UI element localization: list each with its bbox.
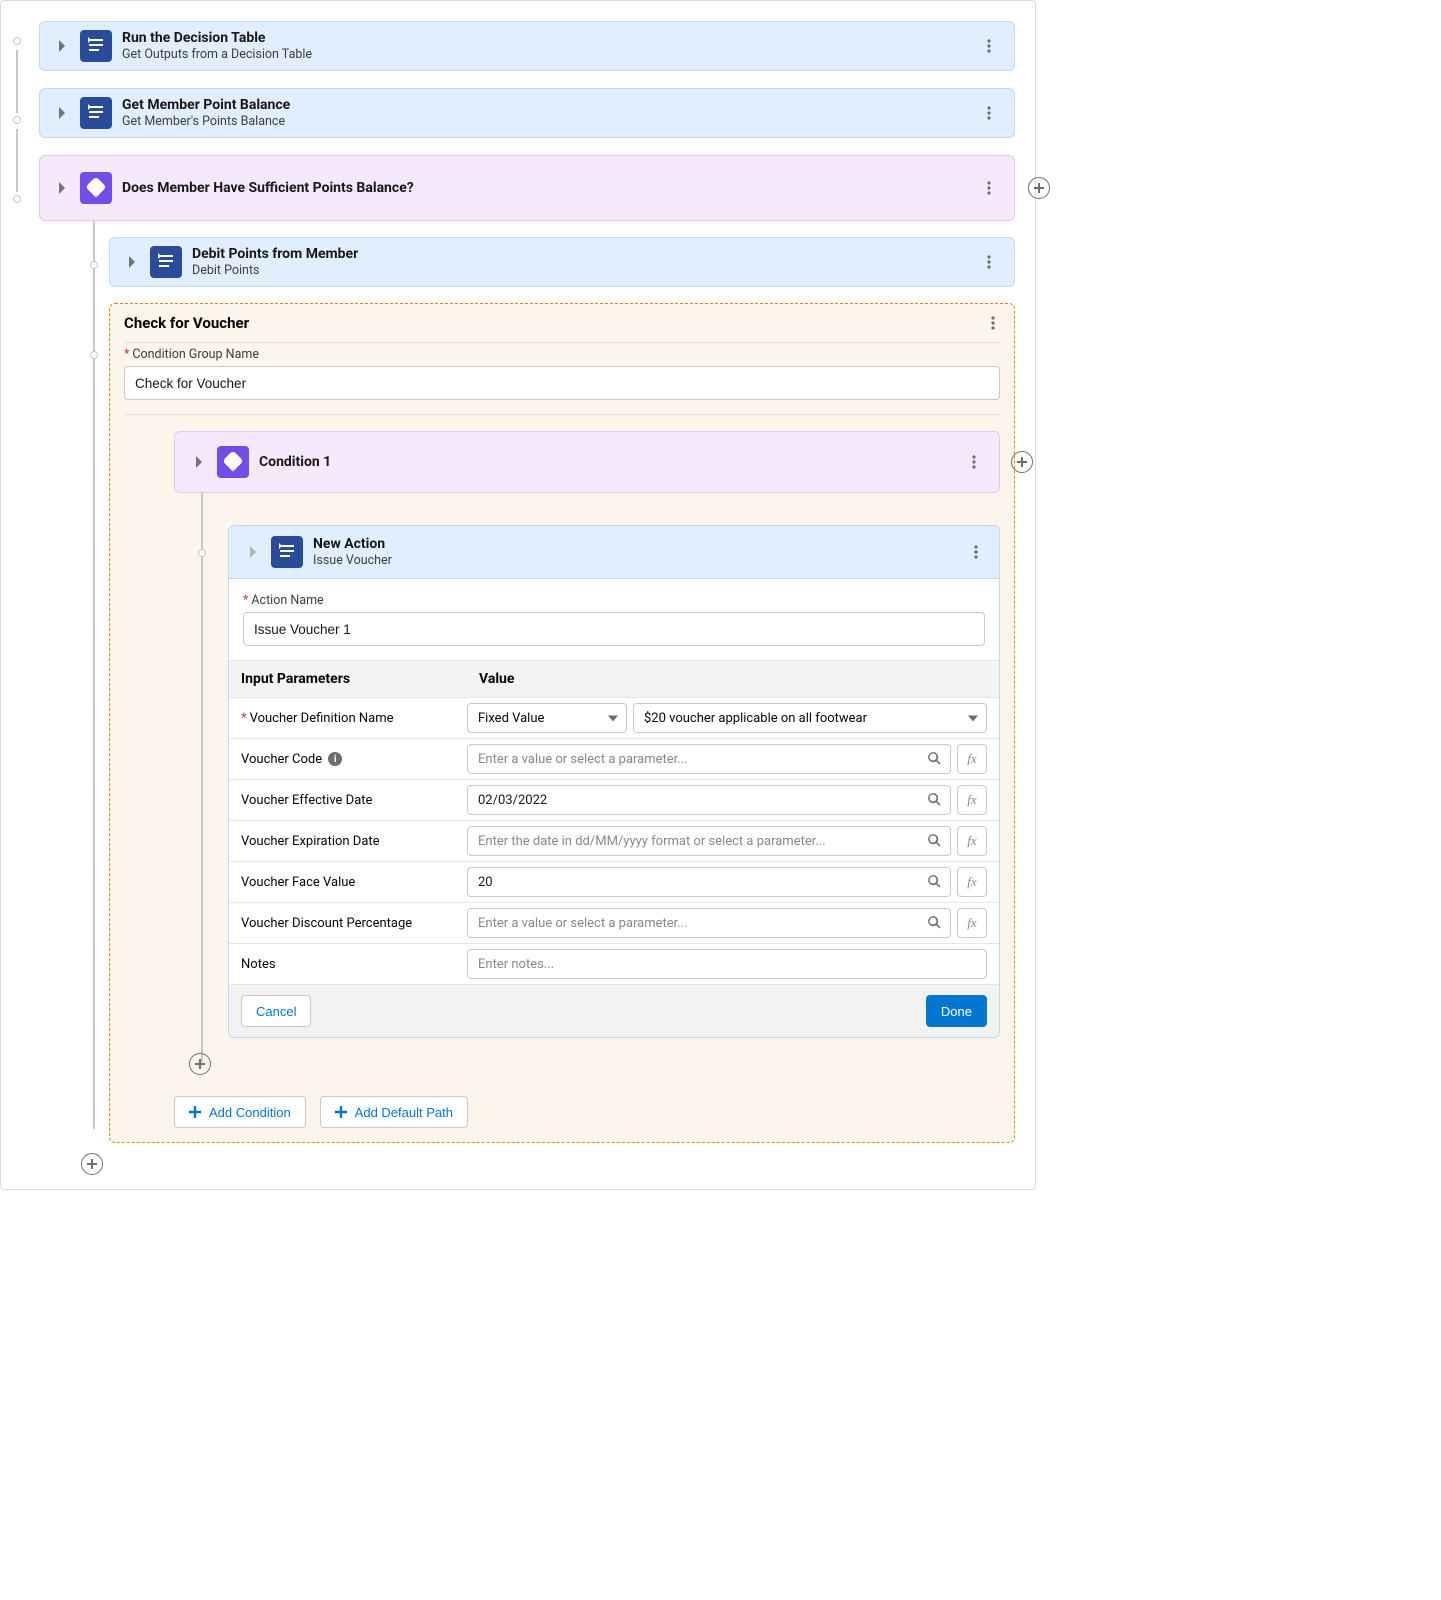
step-title: Does Member Have Sufficient Points Balan… <box>122 180 414 196</box>
required-indicator: * <box>243 593 248 608</box>
step-member-balance[interactable]: Get Member Point Balance Get Member's Po… <box>39 88 1015 138</box>
fx-button[interactable]: fx <box>957 908 987 938</box>
face-value-input[interactable]: 20 <box>467 867 951 897</box>
search-icon <box>928 793 942 807</box>
step-menu[interactable] <box>976 174 1002 202</box>
left-rail <box>1 1 31 1189</box>
group-name-input[interactable] <box>124 366 1000 400</box>
group-name-label: Condition Group Name <box>132 347 259 362</box>
param-label: Voucher Effective Date <box>241 793 372 808</box>
add-step-bottom-button[interactable] <box>81 1153 103 1175</box>
fx-button[interactable]: fx <box>957 785 987 815</box>
step-debit-points[interactable]: Debit Points from Member Debit Points <box>109 237 1015 287</box>
process-canvas: Run the Decision Table Get Outputs from … <box>0 0 1036 1190</box>
expand-toggle[interactable] <box>243 542 263 562</box>
condition-title: Condition 1 <box>259 454 331 470</box>
step-title: Debit Points from Member <box>192 246 358 262</box>
condition-1-header[interactable]: Condition 1 <box>174 431 1000 493</box>
expand-toggle[interactable] <box>52 103 72 123</box>
placeholder-text: Enter notes... <box>478 957 554 972</box>
info-icon[interactable]: i <box>328 752 342 766</box>
select-value: Fixed Value <box>478 711 544 726</box>
caret-down-icon <box>968 711 978 726</box>
placeholder-text: Enter the date in dd/MM/yyyy format or s… <box>478 834 826 849</box>
required-indicator: * <box>241 711 247 726</box>
step-menu[interactable] <box>976 32 1002 60</box>
action-icon <box>80 97 112 129</box>
action-icon <box>150 246 182 278</box>
step-subtitle: Get Outputs from a Decision Table <box>122 47 312 62</box>
placeholder-text: Enter a value or select a parameter... <box>478 916 688 931</box>
exp-date-input[interactable]: Enter the date in dd/MM/yyyy format or s… <box>467 826 951 856</box>
param-label: Voucher Face Value <box>241 875 355 890</box>
action-icon <box>271 536 303 568</box>
required-indicator: * <box>124 347 129 362</box>
fx-button[interactable]: fx <box>957 744 987 774</box>
step-menu[interactable] <box>976 248 1002 276</box>
action-subtitle: Issue Voucher <box>313 553 392 568</box>
condition-menu[interactable] <box>961 448 987 476</box>
action-name-label: Action Name <box>251 593 323 608</box>
fx-button[interactable]: fx <box>957 826 987 856</box>
input-value: 20 <box>478 875 493 890</box>
expand-toggle[interactable] <box>52 36 72 56</box>
add-condition-label: Add Condition <box>209 1105 291 1120</box>
branch-icon <box>217 446 249 478</box>
fx-button[interactable]: fx <box>957 867 987 897</box>
add-default-path-label: Add Default Path <box>355 1105 453 1120</box>
param-label: Voucher Definition Name <box>250 711 394 726</box>
step-decision-table[interactable]: Run the Decision Table Get Outputs from … <box>39 21 1015 71</box>
placeholder-text: Enter a value or select a parameter... <box>478 752 688 767</box>
add-below-action-button[interactable] <box>189 1053 211 1075</box>
panel-title: Check for Voucher <box>124 314 249 332</box>
step-title: Run the Decision Table <box>122 30 312 46</box>
eff-date-input[interactable]: 02/03/2022 <box>467 785 951 815</box>
param-label: Notes <box>241 957 276 972</box>
step-sufficient-points[interactable]: Does Member Have Sufficient Points Balan… <box>39 155 1015 221</box>
check-voucher-panel: Check for Voucher * Condition Group Name <box>109 303 1015 1143</box>
step-title: Get Member Point Balance <box>122 97 290 113</box>
action-icon <box>80 30 112 62</box>
step-subtitle: Debit Points <box>192 263 358 278</box>
expand-toggle[interactable] <box>122 252 142 272</box>
param-label: Voucher Discount Percentage <box>241 916 412 931</box>
params-header: Input Parameters <box>229 661 467 697</box>
action-name-input[interactable] <box>243 612 985 646</box>
add-condition-button[interactable] <box>1011 451 1033 473</box>
step-menu[interactable] <box>976 99 1002 127</box>
add-default-path-button[interactable]: Add Default Path <box>320 1096 468 1128</box>
select-value: $20 voucher applicable on all footwear <box>644 711 867 726</box>
cancel-button[interactable]: Cancel <box>241 995 311 1027</box>
search-icon <box>928 834 942 848</box>
search-icon <box>928 752 942 766</box>
panel-menu[interactable] <box>980 309 1006 337</box>
action-box: New Action Issue Voucher * Action Name <box>228 525 1000 1038</box>
action-menu[interactable] <box>963 538 989 566</box>
param-label: Voucher Code <box>241 752 322 767</box>
expand-toggle[interactable] <box>189 452 209 472</box>
param-label: Voucher Expiration Date <box>241 834 380 849</box>
voucher-code-input[interactable]: Enter a value or select a parameter... <box>467 744 951 774</box>
add-condition-button[interactable]: Add Condition <box>174 1096 306 1128</box>
discount-pct-input[interactable]: Enter a value or select a parameter... <box>467 908 951 938</box>
search-icon <box>928 916 942 930</box>
voucher-def-type-select[interactable]: Fixed Value <box>467 703 627 733</box>
search-icon <box>928 875 942 889</box>
expand-toggle[interactable] <box>52 178 72 198</box>
notes-input[interactable]: Enter notes... <box>467 949 987 979</box>
voucher-def-value-select[interactable]: $20 voucher applicable on all footwear <box>633 703 987 733</box>
step-subtitle: Get Member's Points Balance <box>122 114 290 129</box>
branch-icon <box>80 172 112 204</box>
action-title: New Action <box>313 536 392 552</box>
caret-down-icon <box>608 711 618 726</box>
input-value: 02/03/2022 <box>478 793 547 808</box>
value-header: Value <box>467 661 999 697</box>
done-button[interactable]: Done <box>926 995 987 1027</box>
add-step-button[interactable] <box>1028 177 1050 199</box>
